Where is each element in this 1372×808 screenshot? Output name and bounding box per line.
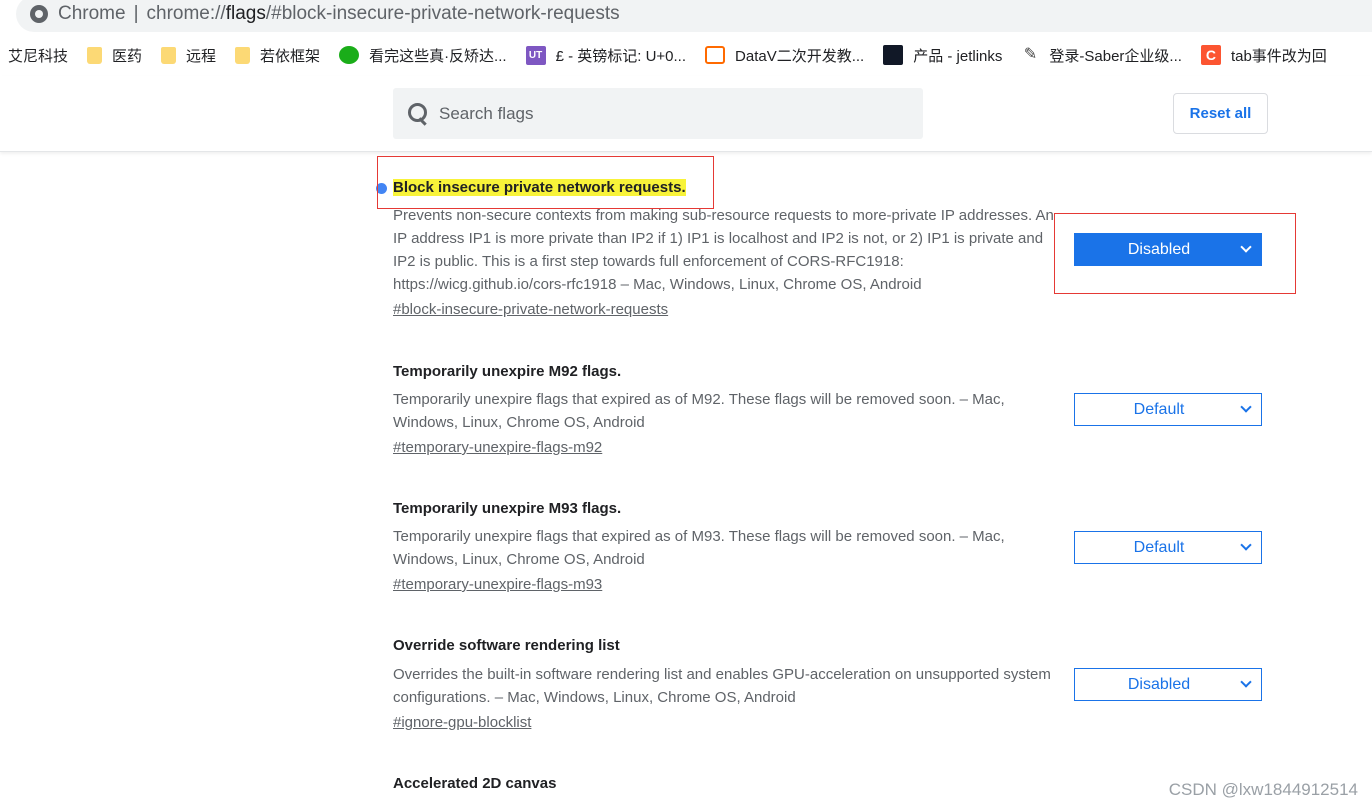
bookmark-label: 远程 — [186, 47, 217, 65]
chevron-down-icon — [1239, 539, 1253, 553]
experiment-accelerated-2d-canvas: Accelerated 2D canvas — [393, 773, 1273, 795]
bookmark-item[interactable]: 产品 - jetlinks — [883, 45, 1002, 66]
bookmark-folder[interactable]: 医药 — [87, 45, 142, 66]
url-fragment: /#block-insecure-private-network-request… — [265, 3, 620, 24]
experiment-description: Prevents non-secure contexts from making… — [393, 207, 1054, 293]
pen-icon: ✎ — [1023, 46, 1038, 63]
search-input[interactable] — [439, 103, 899, 124]
bookmark-item[interactable]: 看完这些真·反矫达... — [339, 45, 507, 66]
bookmark-label: 艾尼科技 — [8, 47, 69, 65]
bookmark-item[interactable]: DataV二次开发教... — [705, 45, 864, 66]
watermark: CSDN @lxw1844912514 — [1168, 780, 1358, 799]
chrome-icon — [30, 5, 48, 23]
experiment-link[interactable]: #block-insecure-private-network-requests — [393, 301, 668, 318]
experiment-temporary-unexpire-flags-m92: Temporarily unexpire M92 flags. Temporar… — [393, 361, 1273, 456]
address-bar-row: Chrome | chrome://flags/#block-insecure-… — [0, 0, 1372, 34]
experiment-description: Overrides the built-in software renderin… — [393, 666, 1051, 706]
folder-icon — [87, 46, 103, 64]
bookmark-item[interactable]: 艾尼科技 — [8, 45, 68, 66]
chevron-down-icon — [1239, 676, 1253, 690]
experiment-title: Temporarily unexpire M93 flags. — [393, 500, 622, 517]
select-value: Disabled — [1127, 240, 1191, 258]
experiment-select[interactable]: Default — [1074, 393, 1262, 426]
experiment-link[interactable]: #ignore-gpu-blocklist — [393, 714, 531, 731]
experiment-select[interactable]: Disabled — [1074, 233, 1262, 266]
chevron-down-icon — [1239, 401, 1253, 415]
experiment-description: Temporarily unexpire flags that expired … — [393, 528, 1005, 568]
search-box[interactable] — [393, 88, 923, 139]
bookmark-label: tab事件改为回 — [1230, 47, 1327, 65]
select-value: Disabled — [1127, 675, 1191, 693]
search-icon — [405, 101, 431, 127]
ut-icon: UT — [525, 45, 546, 65]
bookmark-item[interactable]: UT £ - 英镑标记: U+0... — [525, 45, 687, 66]
bookmark-folder[interactable]: 若依框架 — [235, 45, 320, 66]
bookmark-label: DataV二次开发教... — [735, 47, 865, 65]
bookmark-label: 若依框架 — [260, 47, 321, 65]
bookmark-folder[interactable]: 远程 — [161, 45, 216, 66]
url-scheme: chrome:// — [146, 3, 226, 24]
folder-icon — [161, 46, 177, 64]
csdn-icon: C — [1200, 45, 1221, 65]
chevron-down-icon — [1239, 241, 1253, 255]
datav-icon — [705, 46, 726, 64]
experiment-block-insecure-private-network-requests: Block insecure private network requests.… — [393, 177, 1273, 318]
wechat-icon — [339, 46, 360, 64]
experiment-title: Temporarily unexpire M92 flags. — [393, 363, 622, 380]
url-host: flags — [225, 3, 266, 24]
experiment-description: Temporarily unexpire flags that expired … — [393, 391, 1005, 431]
bookmark-label: 看完这些真·反矫达... — [369, 47, 507, 65]
select-value: Default — [1133, 538, 1185, 556]
experiment-select[interactable]: Default — [1074, 531, 1262, 564]
select-value: Default — [1133, 400, 1185, 418]
bookmark-item[interactable]: C tab事件改为回 — [1200, 45, 1327, 66]
experiment-link[interactable]: #temporary-unexpire-flags-m92 — [393, 439, 602, 456]
folder-icon — [235, 46, 251, 64]
experiment-temporary-unexpire-flags-m93: Temporarily unexpire M93 flags. Temporar… — [393, 498, 1273, 593]
bookmark-label: 医药 — [112, 47, 143, 65]
flags-header: Reset all — [0, 76, 1372, 152]
site-label: Chrome — [58, 3, 126, 24]
experiment-title: Accelerated 2D canvas — [393, 775, 557, 792]
bookmark-label: 登录-Saber企业级... — [1049, 47, 1182, 65]
bookmark-label: £ - 英镑标记: U+0... — [555, 47, 687, 65]
omnibox-separator: | — [133, 3, 139, 24]
omnibox[interactable]: Chrome | chrome://flags/#block-insecure-… — [16, 0, 1372, 32]
bookmark-item[interactable]: ✎ 登录-Saber企业级... — [1021, 45, 1182, 66]
experiment-title: Override software rendering list — [393, 637, 620, 654]
experiment-title: Block insecure private network requests. — [393, 179, 686, 196]
reset-all-button[interactable]: Reset all — [1173, 93, 1268, 134]
jetlinks-icon — [883, 45, 904, 65]
bookmark-label: 产品 - jetlinks — [913, 47, 1003, 65]
experiment-link[interactable]: #temporary-unexpire-flags-m93 — [393, 576, 602, 593]
experiment-select[interactable]: Disabled — [1074, 668, 1262, 701]
experiment-ignore-gpu-blocklist: Override software rendering list Overrid… — [393, 635, 1273, 731]
bookmarks-bar: 艾尼科技 医药 远程 若依框架 看完这些真·反矫达... UT £ - 英镑标记… — [0, 38, 1372, 72]
